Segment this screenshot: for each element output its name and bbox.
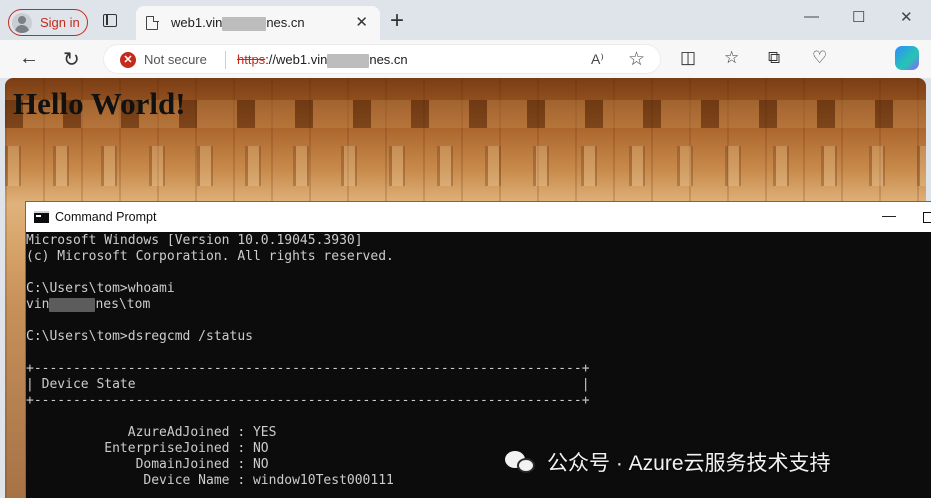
cmd-title-bar[interactable]: Command Prompt — (26, 201, 931, 232)
not-secure-icon[interactable]: ✕ (120, 52, 136, 68)
console-line: vin nes\tom (26, 297, 151, 312)
sign-in-label: Sign in (40, 15, 80, 30)
redacted-text (222, 16, 267, 31)
favorites-icon[interactable]: ☆ (724, 48, 739, 68)
minimize-icon[interactable]: — (804, 8, 819, 25)
cmd-title: Command Prompt (55, 210, 157, 224)
console-line: C:\Users\tom>dsregcmd /status (26, 329, 253, 344)
refresh-icon[interactable]: ↻ (63, 47, 80, 72)
console-line: Microsoft Windows [Version 10.0.19045.39… (26, 233, 363, 248)
watermark-text: 公众号 · Azure云服务技术支持 (547, 452, 831, 475)
tab-actions-icon[interactable] (103, 14, 117, 27)
address-divider (225, 51, 226, 69)
collections-icon[interactable]: ⧉ (768, 48, 780, 68)
copilot-icon[interactable] (895, 46, 919, 70)
browser-toolbar: ← ↻ ✕ Not secure https://web1.vin nes.cn … (0, 40, 931, 78)
cmd-maximize-icon[interactable] (923, 212, 931, 223)
tab-web1[interactable]: web1.vin nes.cn ✕ (136, 6, 380, 40)
console-line: +---------------------------------------… (26, 393, 590, 408)
background-carving (5, 146, 926, 186)
tab-close-icon[interactable]: ✕ (355, 13, 368, 31)
maximize-icon[interactable]: ☐ (852, 8, 865, 26)
read-aloud-icon[interactable]: A⁾ (591, 51, 604, 68)
tab-title: web1.vin nes.cn (171, 15, 305, 31)
cmd-app-icon (34, 211, 49, 223)
sign-in-button[interactable]: Sign in (8, 9, 88, 36)
redacted-text (327, 53, 370, 68)
watermark: 公众号 · Azure云服务技术支持 (505, 447, 831, 477)
avatar-icon (12, 12, 32, 33)
split-screen-icon[interactable]: ◫ (680, 48, 696, 68)
wechat-logo-icon (505, 449, 537, 475)
console-line: | Device State | (26, 377, 590, 392)
cmd-minimize-icon[interactable]: — (882, 207, 896, 223)
address-bar[interactable]: ✕ Not secure https://web1.vin nes.cn A⁾ ☆ (103, 44, 661, 74)
not-secure-label[interactable]: Not secure (144, 52, 207, 67)
console-line: C:\Users\tom>whoami (26, 281, 175, 296)
console-line: (c) Microsoft Corporation. All rights re… (26, 249, 394, 264)
browser-essentials-icon[interactable]: ♡ (812, 48, 827, 68)
redacted-text (49, 297, 96, 312)
new-tab-button[interactable]: + (390, 7, 404, 35)
back-icon[interactable]: ← (19, 47, 39, 70)
favorite-star-icon[interactable]: ☆ (628, 48, 645, 71)
console-line: +---------------------------------------… (26, 361, 590, 376)
page-favicon-icon (146, 15, 159, 30)
console-line: AzureAdJoined : YES (26, 425, 277, 440)
url-text[interactable]: https://web1.vin nes.cn (237, 52, 408, 68)
close-window-icon[interactable]: ✕ (900, 8, 913, 26)
page-heading: Hello World! (13, 86, 186, 121)
tab-strip: Sign in web1.vin nes.cn ✕ + — ☐ ✕ (0, 0, 931, 40)
